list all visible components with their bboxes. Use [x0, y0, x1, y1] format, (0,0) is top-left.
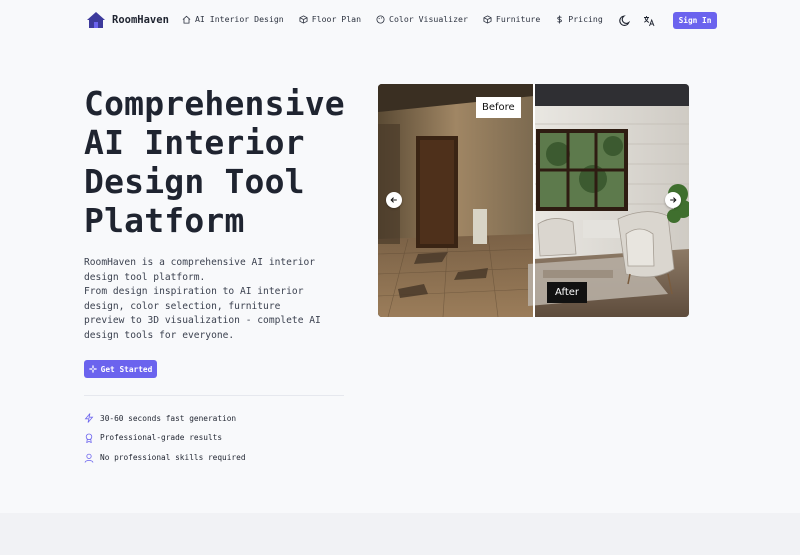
nav-color-visualizer[interactable]: Color Visualizer — [376, 14, 468, 24]
get-started-label: Get Started — [100, 364, 153, 374]
description-line-2: From design inspiration to AI interior d… — [84, 286, 321, 341]
get-started-button[interactable]: Get Started — [84, 360, 157, 378]
arrow-right-icon — [670, 197, 677, 203]
home-icon — [182, 15, 191, 24]
arrow-left-icon — [390, 197, 397, 203]
nav-label: Pricing — [568, 14, 603, 24]
next-section — [0, 513, 800, 555]
feature-item: Professional-grade results — [84, 432, 246, 444]
nav-floor-plan[interactable]: Floor Plan — [299, 14, 361, 24]
main-nav: AI Interior Design Floor Plan Color Visu… — [182, 14, 603, 24]
nav-label: Color Visualizer — [389, 14, 468, 24]
nav-ai-interior-design[interactable]: AI Interior Design — [182, 14, 284, 24]
after-label: After — [547, 282, 588, 303]
previous-button[interactable] — [386, 192, 402, 208]
user-icon — [84, 453, 94, 463]
nav-pricing[interactable]: Pricing — [555, 14, 603, 24]
lightning-icon — [84, 413, 94, 423]
before-label: Before — [476, 97, 521, 118]
next-button[interactable] — [665, 192, 681, 208]
nav-label: Furniture — [495, 14, 541, 24]
palette-icon — [376, 14, 385, 24]
award-icon — [85, 433, 93, 443]
feature-label: 30-60 seconds fast generation — [100, 413, 237, 423]
translate-icon[interactable] — [643, 15, 655, 27]
nav-furniture[interactable]: Furniture — [483, 14, 540, 24]
nav-label: AI Interior Design — [195, 14, 284, 24]
feature-label: Professional-grade results — [100, 433, 223, 443]
divider — [84, 395, 344, 396]
feature-list: 30-60 seconds fast generation Profession… — [84, 412, 246, 471]
feature-item: 30-60 seconds fast generation — [84, 412, 246, 424]
logo[interactable]: RoomHaven — [86, 11, 169, 29]
before-after-slider[interactable]: Before After — [378, 84, 689, 317]
description-line-1: RoomHaven is a comprehensive AI interior… — [84, 257, 316, 283]
dollar-icon — [557, 14, 563, 24]
house-logo-icon — [87, 12, 105, 28]
feature-item: No professional skills required — [84, 452, 246, 464]
slider-divider[interactable] — [533, 84, 535, 317]
sign-in-button[interactable]: Sign In — [673, 12, 717, 29]
page-title: Comprehensive AI Interior Design Tool Pl… — [84, 84, 345, 240]
sparkle-icon — [88, 365, 97, 373]
hero-description: RoomHaven is a comprehensive AI interior… — [84, 256, 324, 344]
feature-label: No professional skills required — [100, 453, 246, 463]
cube-icon — [299, 14, 308, 24]
brand-name: RoomHaven — [112, 14, 169, 26]
header: RoomHaven AI Interior Design Floor Plan … — [0, 0, 800, 42]
nav-label: Floor Plan — [311, 14, 362, 24]
moon-icon[interactable] — [619, 14, 632, 27]
box-icon — [483, 14, 492, 24]
